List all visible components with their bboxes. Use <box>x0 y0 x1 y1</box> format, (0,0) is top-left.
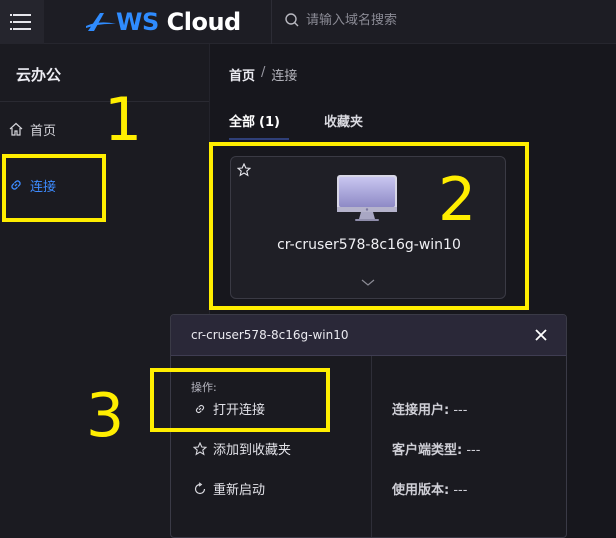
search-input[interactable] <box>306 12 506 28</box>
info-value: --- <box>453 403 468 418</box>
logo[interactable]: WS Cloud <box>86 7 241 37</box>
op-label: 添加到收藏夹 <box>213 443 292 458</box>
info-key: 连接用户: <box>392 403 450 418</box>
panel-divider <box>371 356 372 537</box>
info-version: 使用版本: --- <box>392 479 467 498</box>
tab-count: (1) <box>259 115 280 130</box>
annotation-number-3: 3 <box>86 381 125 451</box>
search-box <box>284 12 506 28</box>
app-page: WS Cloud 云办公 首页 连接 首页 / <box>0 0 616 538</box>
info-connected-user: 连接用户: --- <box>392 399 467 418</box>
logo-cloud: Cloud <box>166 8 242 36</box>
logo-text: WS Cloud <box>116 8 241 36</box>
breadcrumb: 首页 / 连接 <box>229 65 297 84</box>
close-icon[interactable] <box>533 327 549 343</box>
add-to-favorites-button[interactable]: 添加到收藏夹 <box>193 439 291 458</box>
home-icon <box>9 122 23 136</box>
breadcrumb-separator: / <box>261 65 266 80</box>
annotation-box-3 <box>150 368 330 432</box>
logo-swoosh-icon <box>86 13 116 31</box>
annotation-box-1 <box>2 154 106 222</box>
restart-button[interactable]: 重新启动 <box>193 479 265 498</box>
tab-all[interactable]: 全部 (1) <box>229 111 289 140</box>
annotation-box-2 <box>209 142 529 310</box>
top-bar: WS Cloud <box>0 0 616 44</box>
info-key: 使用版本: <box>392 483 450 498</box>
tab-favorites[interactable]: 收藏夹 <box>324 111 363 140</box>
breadcrumb-current: 连接 <box>271 69 298 84</box>
tabs: 全部 (1) 收藏夹 <box>229 111 407 140</box>
op-label: 重新启动 <box>213 483 266 498</box>
tab-label: 收藏夹 <box>323 115 363 130</box>
info-client-type: 客户端类型: --- <box>392 439 480 458</box>
panel-title: cr-cruser578-8c16g-win10 <box>191 328 349 342</box>
top-divider <box>271 0 272 44</box>
annotation-number-2: 2 <box>438 165 477 235</box>
search-icon <box>285 13 299 27</box>
panel-header: cr-cruser578-8c16g-win10 <box>171 315 566 356</box>
info-value: --- <box>466 443 481 458</box>
tab-label: 全部 <box>229 115 256 130</box>
restart-icon <box>194 481 206 494</box>
breadcrumb-home[interactable]: 首页 <box>229 65 255 84</box>
info-key: 客户端类型: <box>392 443 463 458</box>
annotation-number-1: 1 <box>104 85 143 155</box>
logo-brand: WS <box>116 8 159 36</box>
sidebar-title: 云办公 <box>16 66 62 84</box>
sidebar-item-label: 首页 <box>30 123 57 139</box>
star-icon <box>193 441 207 455</box>
info-value: --- <box>453 483 468 498</box>
menu-button[interactable] <box>0 0 44 44</box>
